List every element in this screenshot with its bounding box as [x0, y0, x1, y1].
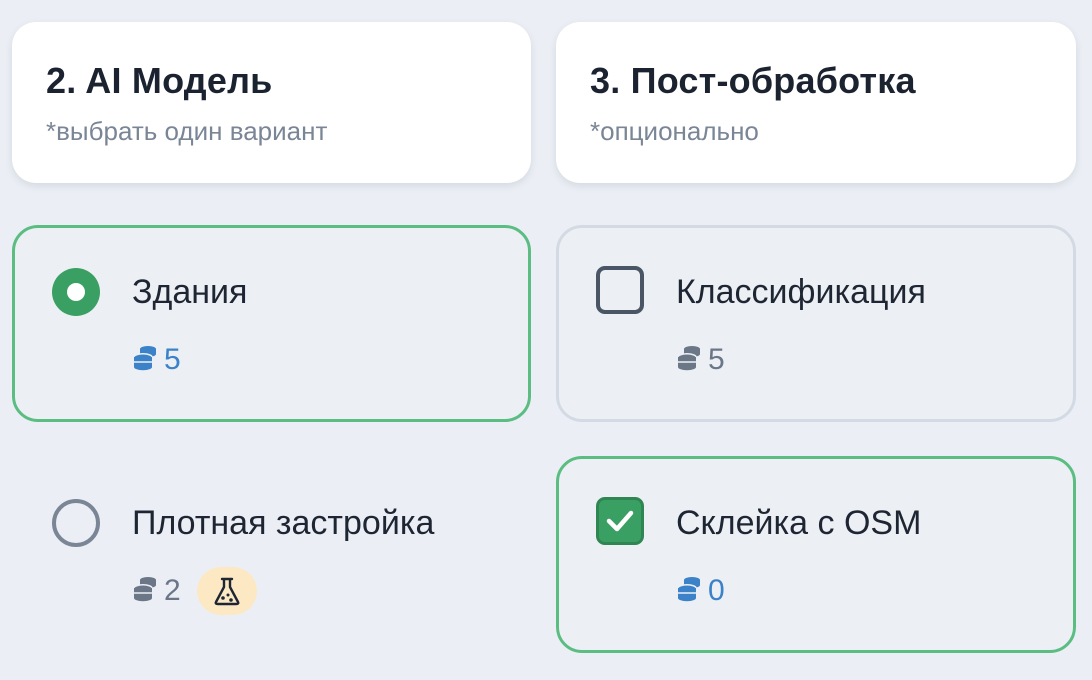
cost-value: 0	[708, 574, 725, 607]
cost-value: 2	[164, 574, 181, 607]
flask-icon	[214, 577, 240, 606]
cost-row: 5	[676, 340, 725, 380]
coins-icon	[676, 575, 702, 608]
post-processing-subtitle: *опционально	[590, 116, 759, 146]
radio-unselected[interactable]	[52, 499, 100, 547]
coins-icon	[132, 344, 158, 377]
ai-model-subtitle: *выбрать один вариант	[46, 116, 328, 146]
model-option-label: Плотная застройка	[132, 504, 435, 542]
model-option-buildings[interactable]: Здания 5	[12, 225, 531, 422]
coins-icon	[676, 344, 702, 377]
post-option-label: Склейка с OSM	[676, 504, 922, 542]
experimental-badge	[196, 567, 257, 615]
model-option-dense-buildings[interactable]: Плотная застройка 2	[12, 456, 531, 653]
cost-value: 5	[708, 343, 725, 376]
checkbox-unchecked[interactable]	[596, 266, 644, 314]
ai-model-title: 2. AI Модель	[46, 60, 273, 101]
model-option-label: Здания	[132, 273, 248, 311]
radio-selected[interactable]	[52, 268, 100, 316]
cost-row: 2	[132, 567, 257, 615]
checkmark-icon	[606, 510, 634, 532]
cost-row: 5	[132, 340, 181, 380]
checkbox-checked[interactable]	[596, 497, 644, 545]
coins-icon	[132, 575, 158, 608]
post-option-classification[interactable]: Классификация 5	[556, 225, 1076, 422]
post-option-label: Классификация	[676, 273, 926, 311]
cost-value: 5	[164, 343, 181, 376]
post-processing-header-card: 3. Пост-обработка *опционально	[556, 22, 1076, 183]
ai-model-header-card: 2. AI Модель *выбрать один вариант	[12, 22, 531, 183]
post-processing-title: 3. Пост-обработка	[590, 60, 916, 101]
post-option-osm-merge[interactable]: Склейка с OSM 0	[556, 456, 1076, 653]
cost-row: 0	[676, 571, 725, 611]
